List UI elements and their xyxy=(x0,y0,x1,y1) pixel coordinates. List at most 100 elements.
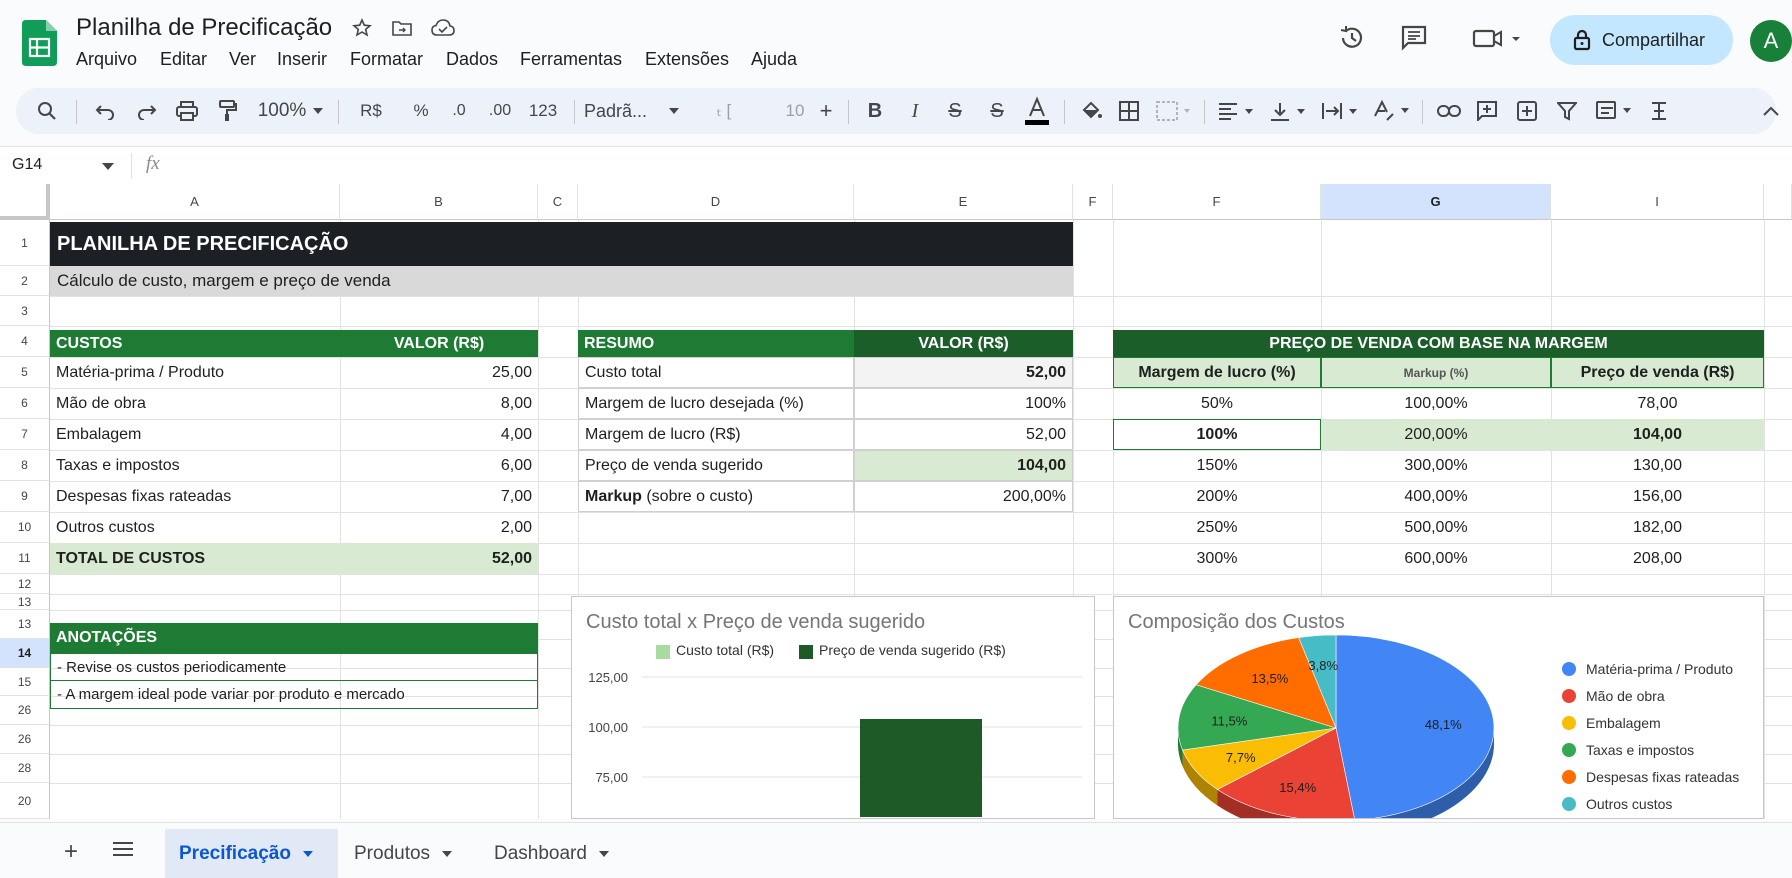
sheet-tab-dropdown-icon[interactable] xyxy=(598,850,609,857)
font-dropdown-icon[interactable] xyxy=(666,88,682,134)
search-icon[interactable] xyxy=(32,88,62,134)
cost-item-value[interactable]: 2,00 xyxy=(340,512,538,543)
row-header-4[interactable]: 4 xyxy=(0,326,50,357)
more-formats-button[interactable]: 123 xyxy=(522,88,564,134)
pie-chart[interactable]: Composição dos Custos 48,1% 15,4% 7,7% 11,5… xyxy=(1113,596,1764,819)
column-header-c[interactable]: C xyxy=(538,184,578,220)
cost-item-label[interactable]: Taxas e impostos xyxy=(50,450,340,481)
row-header-7[interactable]: 7 xyxy=(0,419,50,450)
italic-button[interactable]: I xyxy=(900,88,930,134)
sheet-tab-dropdown-icon[interactable] xyxy=(442,850,453,857)
select-all-corner[interactable] xyxy=(0,184,50,220)
row-header-11[interactable]: 11 xyxy=(0,543,50,574)
all-sheets-icon[interactable] xyxy=(112,841,134,859)
note-item[interactable]: - Revise os custos periodicamente xyxy=(50,653,538,681)
meet-call-button[interactable] xyxy=(1468,22,1528,54)
summary-markup-label[interactable]: Markup (sobre o custo) xyxy=(578,481,854,512)
margin-row-margin-selected[interactable]: 100% xyxy=(1113,419,1321,450)
summary-item-label[interactable]: Custo total xyxy=(578,357,854,388)
percent-format-button[interactable]: % xyxy=(406,88,436,134)
menu-dados[interactable]: Dados xyxy=(446,49,498,70)
row-header-13a[interactable]: 13 xyxy=(0,594,50,610)
row-header-13[interactable]: 13 xyxy=(0,610,50,639)
filter-views-icon[interactable] xyxy=(1592,88,1636,134)
column-header-f[interactable]: F xyxy=(1073,184,1113,220)
menu-inserir[interactable]: Inserir xyxy=(277,49,327,70)
currency-format-button[interactable]: R$ xyxy=(356,88,386,134)
paint-format-icon[interactable] xyxy=(212,88,242,134)
sheet-tab-dropdown-icon[interactable] xyxy=(302,850,313,857)
margin-header-markup[interactable]: Markup (%) xyxy=(1321,357,1551,388)
row-header-20[interactable]: 20 xyxy=(0,783,50,819)
increase-decimal-button[interactable]: .00 xyxy=(480,88,520,134)
note-item[interactable]: - A margem ideal pode variar por produto… xyxy=(50,681,538,709)
row-header-1[interactable]: 1 xyxy=(0,220,50,266)
costs-total-label[interactable]: TOTAL DE CUSTOS xyxy=(50,543,340,574)
text-wrap-icon[interactable] xyxy=(1318,88,1362,134)
margin-row-markup-selected[interactable]: 200,00% xyxy=(1321,419,1551,450)
menu-ferramentas[interactable]: Ferramentas xyxy=(520,49,622,70)
margin-table-title[interactable]: PREÇO DE VENDA COM BASE NA MARGEM xyxy=(1113,330,1764,357)
margin-row-price[interactable]: 208,00 xyxy=(1551,543,1764,574)
column-header-g[interactable]: G xyxy=(1321,184,1551,220)
cost-item-value[interactable]: 7,00 xyxy=(340,481,538,512)
sheets-logo-icon[interactable] xyxy=(22,20,57,66)
undo-icon[interactable] xyxy=(90,88,120,134)
cost-item-label[interactable]: Embalagem xyxy=(50,419,340,450)
zoom-select[interactable]: 100% xyxy=(254,88,310,134)
bar-preco-venda[interactable] xyxy=(860,719,982,817)
menu-ver[interactable]: Ver xyxy=(229,49,256,70)
sheet-tab-produtos[interactable]: Produtos xyxy=(340,829,466,878)
font-size-decrease-button[interactable]: ₜ [ xyxy=(704,88,744,134)
zoom-dropdown-icon[interactable] xyxy=(310,88,326,134)
menu-arquivo[interactable]: Arquivo xyxy=(76,49,137,70)
add-sheet-icon[interactable]: + xyxy=(58,838,84,865)
row-header-9[interactable]: 9 xyxy=(0,481,50,512)
sheet-title-cell[interactable]: PLANILHA DE PRECIFICAÇÃO xyxy=(50,222,1073,266)
fill-color-icon[interactable] xyxy=(1074,88,1108,134)
avatar[interactable]: A xyxy=(1750,20,1792,62)
share-button[interactable]: Compartilhar xyxy=(1550,15,1733,65)
horizontal-align-icon[interactable] xyxy=(1214,88,1258,134)
summary-item-value[interactable]: 52,00 xyxy=(854,357,1073,388)
summary-header-value[interactable]: VALOR (R$) xyxy=(854,330,1073,357)
borders-icon[interactable] xyxy=(1114,88,1144,134)
star-icon[interactable] xyxy=(350,16,374,40)
cost-item-value[interactable]: 8,00 xyxy=(340,388,538,419)
column-header-b[interactable]: B xyxy=(340,184,538,220)
margin-row-margin[interactable]: 50% xyxy=(1113,388,1321,419)
margin-row-price-selected[interactable]: 104,00 xyxy=(1551,419,1764,450)
margin-row-margin[interactable]: 300% xyxy=(1113,543,1321,574)
name-box-dropdown-icon[interactable] xyxy=(102,163,114,171)
margin-row-margin[interactable]: 200% xyxy=(1113,481,1321,512)
menu-editar[interactable]: Editar xyxy=(160,49,207,70)
summary-item-value[interactable]: 52,00 xyxy=(854,419,1073,450)
margin-row-price[interactable]: 130,00 xyxy=(1551,450,1764,481)
strikethrough-button[interactable]: S xyxy=(940,88,970,134)
costs-header-value[interactable]: VALOR (R$) xyxy=(340,330,538,357)
summary-markup-value[interactable]: 200,00% xyxy=(854,481,1073,512)
version-history-icon[interactable] xyxy=(1336,22,1368,54)
cost-item-label[interactable]: Matéria-prima / Produto xyxy=(50,357,340,388)
row-header-8[interactable]: 8 xyxy=(0,450,50,481)
bar-chart[interactable]: Custo total x Preço de venda sugerido Cu… xyxy=(571,596,1095,819)
costs-header-label[interactable]: CUSTOS xyxy=(50,330,340,357)
row-header-14[interactable]: 14 xyxy=(0,639,50,668)
comments-icon[interactable] xyxy=(1398,22,1430,54)
row-header-28[interactable]: 28 xyxy=(0,754,50,783)
margin-row-margin[interactable]: 250% xyxy=(1113,512,1321,543)
cost-item-value[interactable]: 4,00 xyxy=(340,419,538,450)
summary-item-label[interactable]: Margem de lucro (R$) xyxy=(578,419,854,450)
margin-header-margin[interactable]: Margem de lucro (%) xyxy=(1113,357,1321,388)
margin-row-markup[interactable]: 300,00% xyxy=(1321,450,1551,481)
summary-item-label[interactable]: Preço de venda sugerido xyxy=(578,450,854,481)
font-size-input[interactable]: 10 xyxy=(780,88,810,134)
sheet-subtitle-cell[interactable]: Cálculo de custo, margem e preço de vend… xyxy=(50,266,1073,296)
costs-total-value[interactable]: 52,00 xyxy=(340,543,538,574)
cost-item-value[interactable]: 6,00 xyxy=(340,450,538,481)
row-header-3[interactable]: 3 xyxy=(0,296,50,326)
insert-comment-icon[interactable] xyxy=(1472,88,1502,134)
column-header-d[interactable]: D xyxy=(578,184,854,220)
font-family-select[interactable]: Padrã... xyxy=(584,88,660,134)
functions-icon[interactable] xyxy=(1644,88,1674,134)
